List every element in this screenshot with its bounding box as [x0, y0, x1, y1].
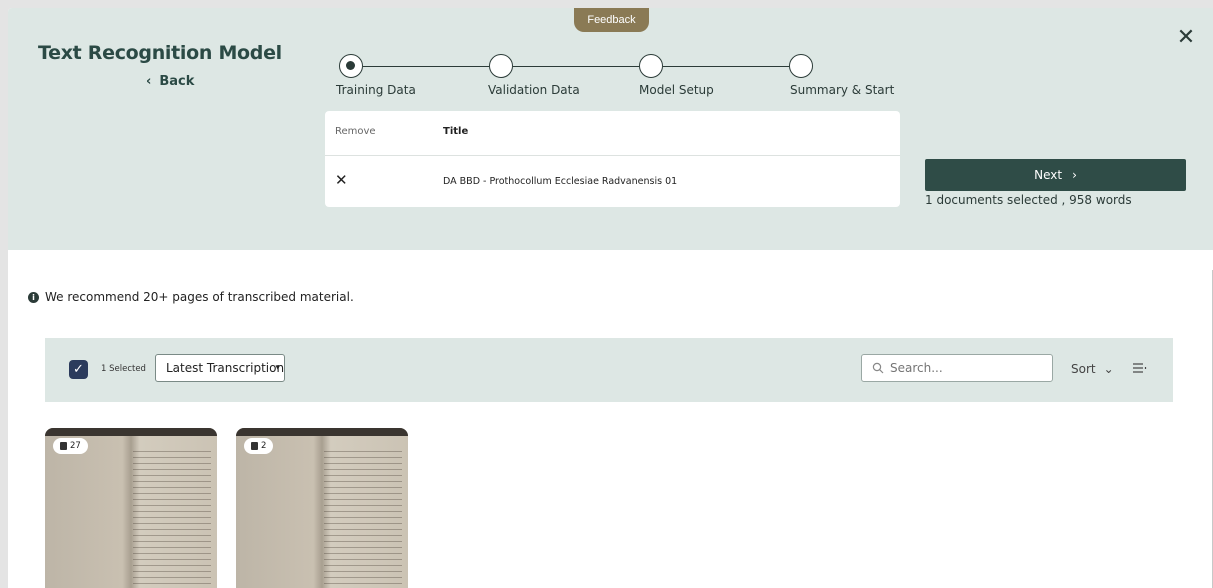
next-button[interactable]: Next ›: [925, 159, 1186, 191]
next-label: Next: [1034, 168, 1063, 182]
table-header-row: Remove Title: [325, 111, 900, 156]
feedback-tab[interactable]: Feedback: [574, 8, 649, 32]
selected-count: 1 Selected: [101, 364, 146, 374]
document-title: DA BBD - Prothocollum Ecclesiae Radvanen…: [443, 176, 678, 187]
documents-toolbar: ✓ 1 Selected Latest Transcription ▾ Sort…: [45, 338, 1173, 402]
chevron-right-icon: ›: [1072, 168, 1077, 182]
page-count-badge: 27: [53, 438, 88, 454]
training-modal: Feedback Text Recognition Model ‹ Back ✕…: [8, 8, 1213, 588]
sort-dropdown[interactable]: Sort ⌄: [1071, 362, 1114, 376]
select-all-checkbox[interactable]: ✓: [69, 360, 88, 379]
card-topbar: [45, 428, 217, 436]
search-icon: [872, 362, 884, 374]
step-label-training-data: Training Data: [336, 83, 416, 97]
step-circle-model-setup[interactable]: [639, 54, 663, 78]
transcription-select[interactable]: Latest Transcription ▾: [155, 354, 285, 382]
step-circle-summary-start[interactable]: [789, 54, 813, 78]
chevron-down-icon: ⌄: [1103, 362, 1114, 376]
manuscript-text: [133, 446, 211, 588]
column-header-title: Title: [443, 126, 469, 137]
page-count: 2: [261, 441, 267, 451]
step-label-validation-data: Validation Data: [488, 83, 580, 97]
step-circle-validation-data[interactable]: [489, 54, 513, 78]
selected-documents-table: Remove Title ✕ DA BBD - Prothocollum Ecc…: [325, 111, 900, 207]
manuscript-text: [324, 446, 402, 588]
list-view-icon[interactable]: [1133, 362, 1147, 374]
search-box[interactable]: [861, 354, 1053, 382]
document-icon: [60, 442, 67, 450]
header-panel: Feedback Text Recognition Model ‹ Back ✕…: [8, 8, 1213, 250]
step-circle-training-data[interactable]: [339, 54, 363, 78]
caret-down-icon: ▾: [275, 363, 280, 373]
stepper-connector: [513, 66, 639, 67]
chevron-left-icon: ‹: [146, 74, 152, 89]
selection-summary: 1 documents selected , 958 words: [925, 193, 1132, 207]
step-label-summary-start: Summary & Start: [790, 83, 895, 97]
document-icon: [251, 442, 258, 450]
back-label: Back: [159, 74, 195, 89]
transcription-select-value: Latest Transcription: [166, 361, 285, 375]
stepper-connector: [363, 66, 489, 67]
close-icon[interactable]: ✕: [1174, 26, 1198, 50]
column-header-remove: Remove: [335, 126, 376, 137]
stepper-connector: [663, 66, 789, 67]
step-label-model-setup: Model Setup: [639, 83, 714, 97]
page-title: Text Recognition Model: [38, 42, 282, 64]
sort-label: Sort: [1071, 362, 1096, 376]
back-button[interactable]: ‹ Back: [146, 74, 194, 89]
recommendation-notice: i We recommend 20+ pages of transcribed …: [28, 290, 354, 304]
page-count-badge: 2: [244, 438, 274, 454]
card-topbar: [236, 428, 408, 436]
table-row: ✕ DA BBD - Prothocollum Ecclesiae Radvan…: [325, 157, 900, 207]
page-count: 27: [70, 441, 81, 451]
recommendation-text: We recommend 20+ pages of transcribed ma…: [45, 290, 354, 304]
document-card[interactable]: 2: [236, 428, 408, 588]
document-card[interactable]: 27: [45, 428, 217, 588]
search-input[interactable]: [890, 361, 1040, 375]
info-icon: i: [28, 291, 39, 303]
remove-icon[interactable]: ✕: [335, 171, 348, 189]
